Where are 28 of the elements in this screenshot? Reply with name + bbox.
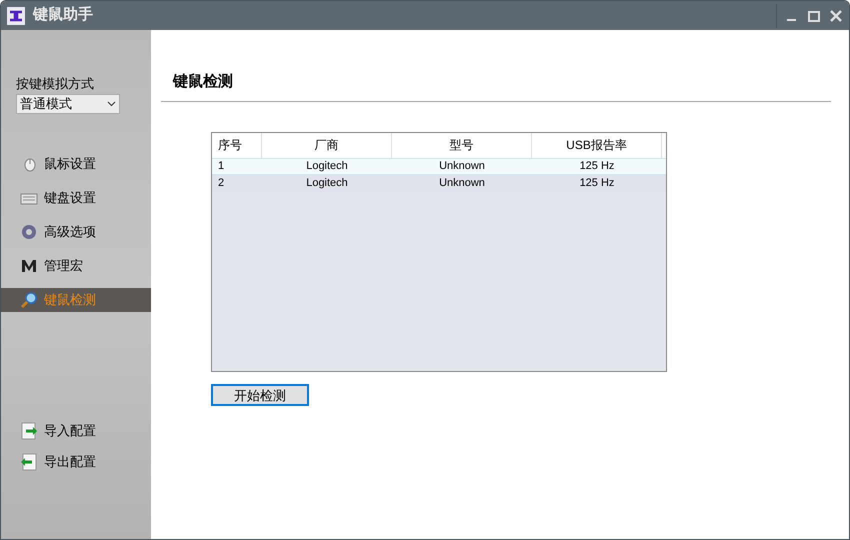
table-cell-text: 125 Hz bbox=[578, 176, 616, 191]
table-row[interactable]: 2 Logitech Unknown 125 Hz bbox=[212, 174, 666, 192]
sidebar-item[interactable]: 管理宏 bbox=[1, 254, 151, 278]
start-detection-button[interactable]: 开始检测 bbox=[211, 384, 309, 406]
sidebar-item[interactable]: 键盘设置 bbox=[1, 186, 151, 210]
mode-label: 按键模拟方式 bbox=[16, 75, 95, 93]
close-icon[interactable] bbox=[829, 8, 843, 22]
config-item[interactable]: 导入配置 bbox=[1, 420, 151, 440]
table-cell-text: Unknown bbox=[438, 158, 486, 174]
table-cell-text: 125 Hz bbox=[578, 158, 616, 174]
dropdown-value: 普通模式 bbox=[20, 94, 72, 113]
table-cell-text: Logitech bbox=[305, 158, 349, 174]
window-title: 键鼠助手 bbox=[33, 5, 93, 26]
table-cell-text: Logitech bbox=[305, 176, 349, 191]
table-row[interactable]: 1 Logitech Unknown 125 Hz bbox=[212, 158, 666, 174]
gear-icon bbox=[20, 222, 38, 240]
maximize-icon[interactable] bbox=[807, 8, 821, 22]
table-cell-text: 1 bbox=[217, 158, 226, 174]
app-logo-icon bbox=[7, 6, 25, 24]
sidebar-item[interactable]: 高级选项 bbox=[1, 220, 151, 244]
table-cell-text: Unknown bbox=[438, 176, 486, 191]
section-heading: 键鼠检测 bbox=[173, 72, 234, 92]
mode-dropdown[interactable]: 普通模式 bbox=[16, 94, 120, 114]
magnifier-icon bbox=[20, 290, 38, 308]
chevron-down-icon bbox=[107, 100, 116, 106]
sidebar-item[interactable]: 鼠标设置 bbox=[1, 152, 151, 176]
config-item[interactable]: 导出配置 bbox=[1, 452, 151, 472]
table-cell-text: 2 bbox=[217, 176, 226, 191]
